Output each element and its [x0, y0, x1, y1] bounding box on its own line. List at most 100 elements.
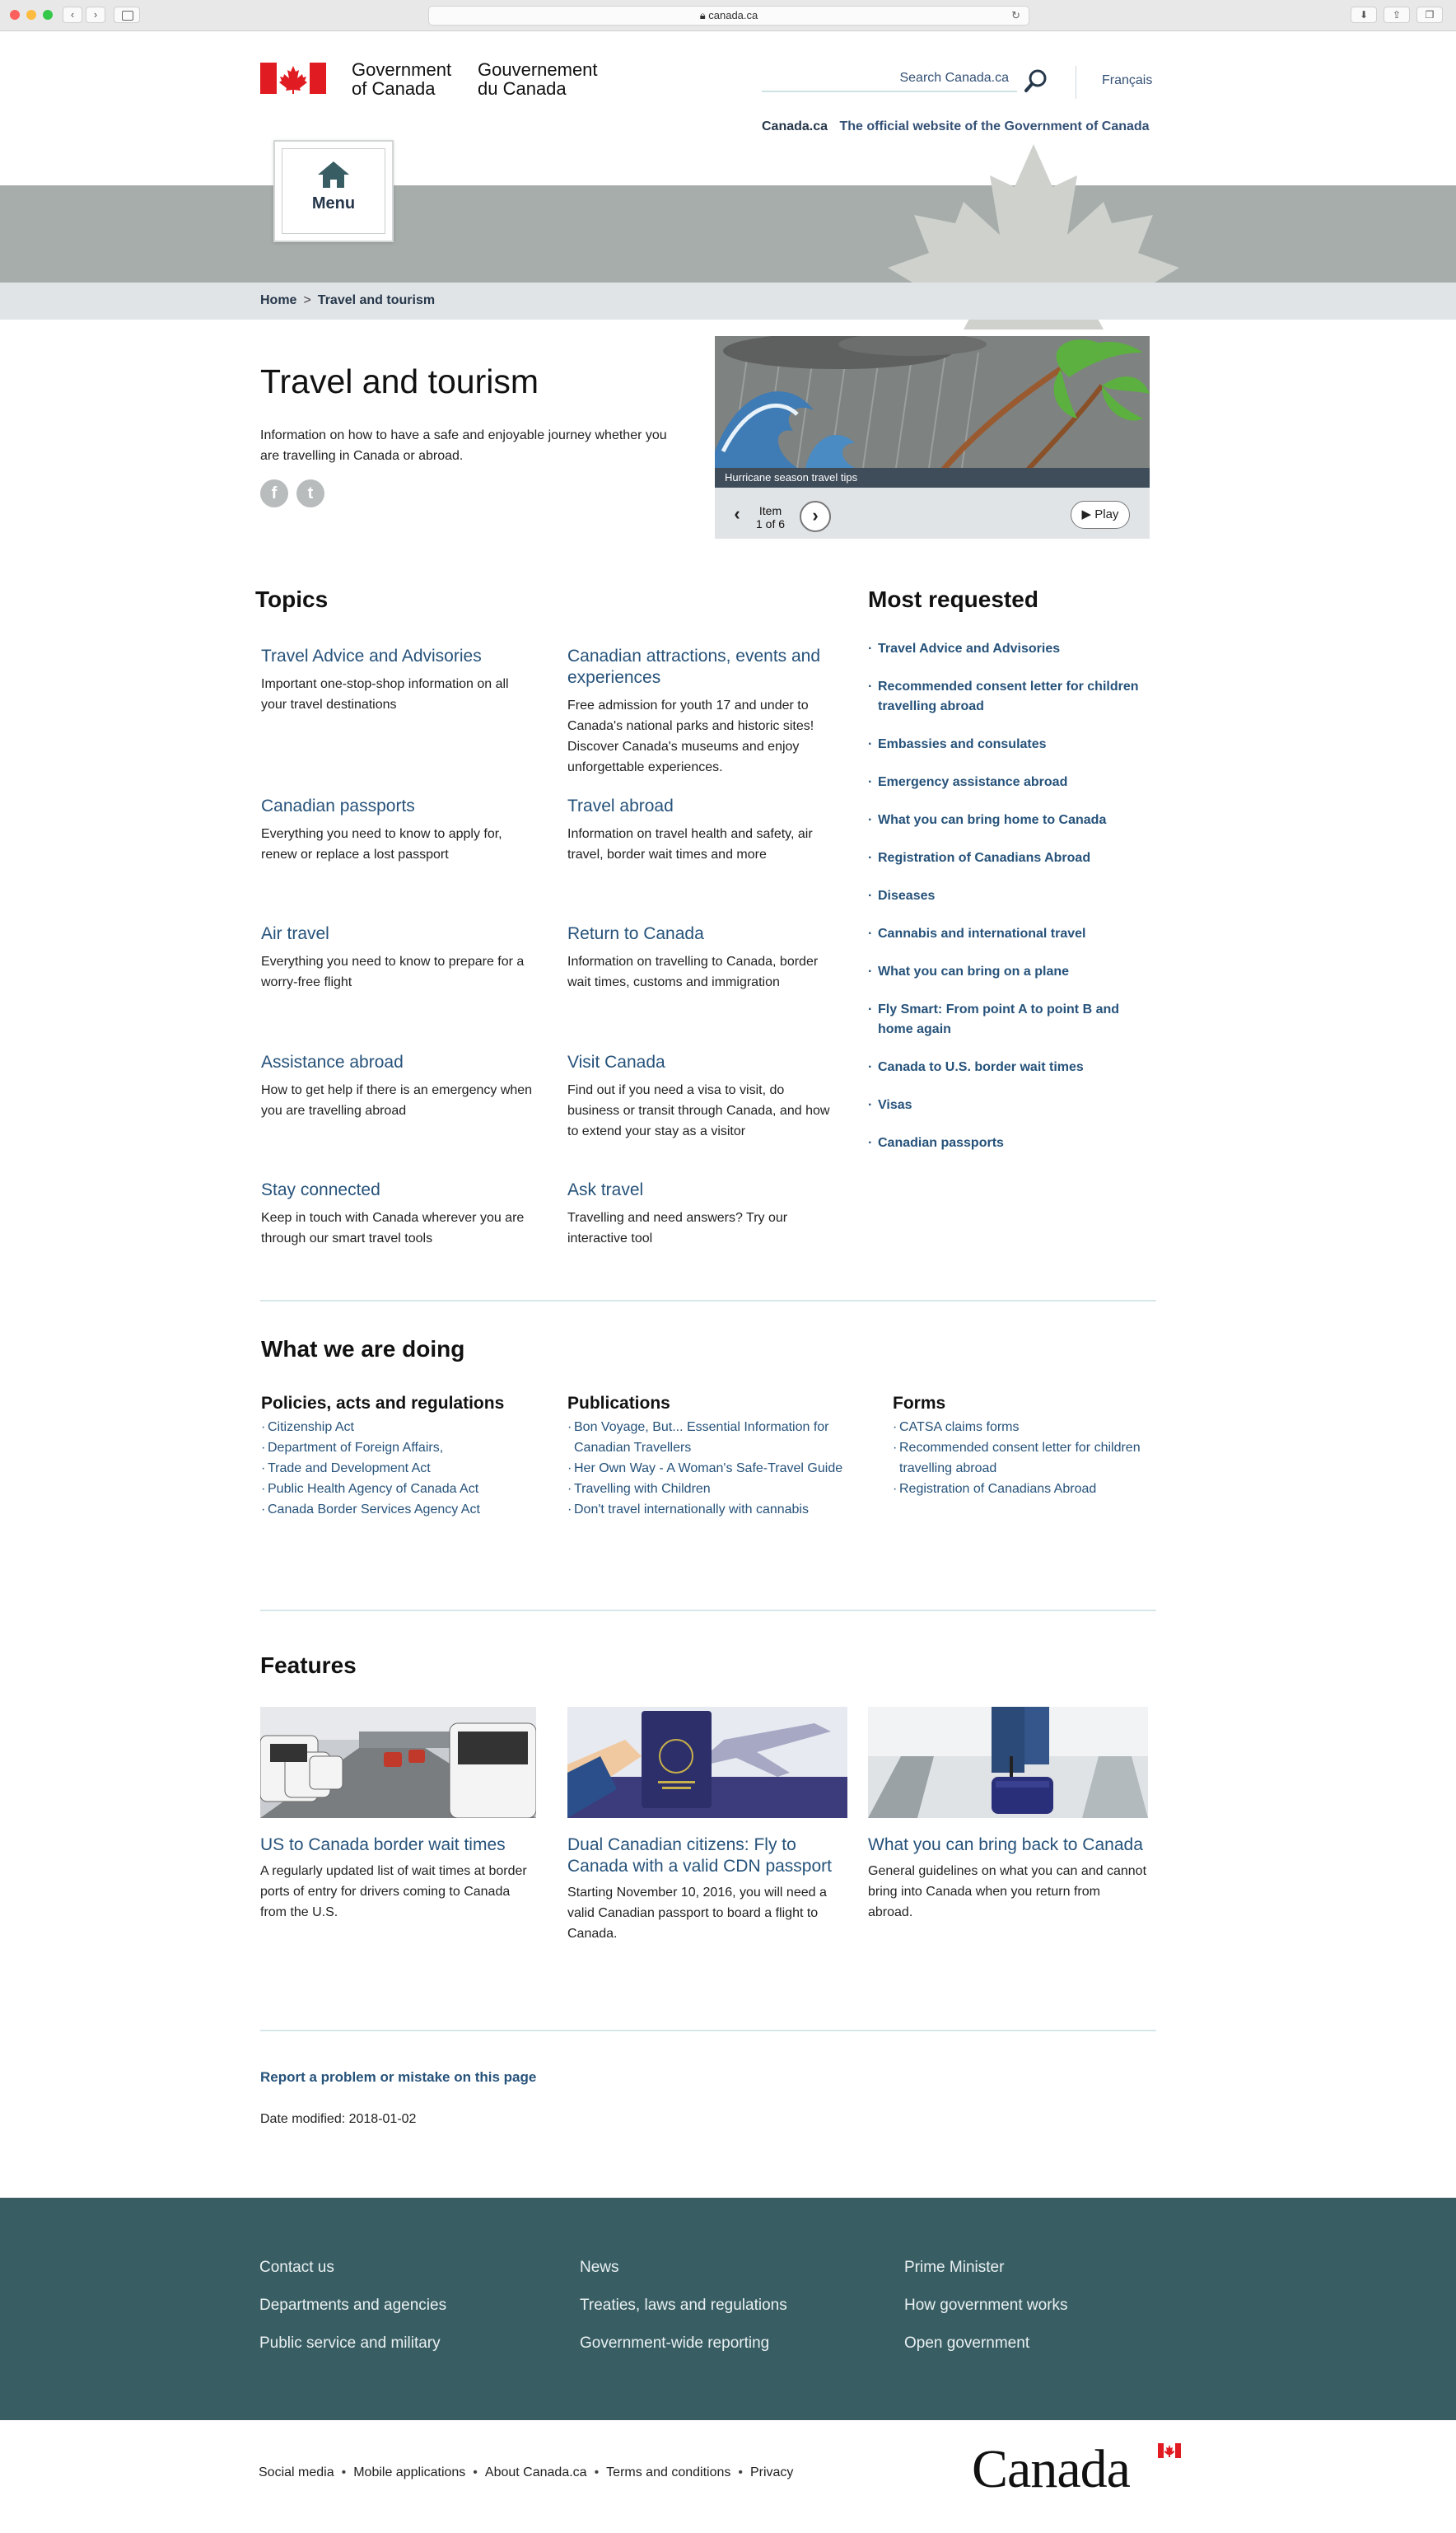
footer-link[interactable]: Open government: [904, 2334, 1029, 2353]
gouvernement-du-canada-link[interactable]: Gouvernement du Canada: [478, 60, 598, 98]
canada-flag-icon: [260, 63, 326, 94]
twitter-icon[interactable]: t: [296, 479, 324, 507]
topic-link[interactable]: Ask travel: [567, 1180, 839, 1201]
topic-link[interactable]: Return to Canada: [567, 923, 839, 945]
most-requested-link[interactable]: Emergency assistance abroad: [868, 773, 1148, 792]
search-icon[interactable]: [1023, 68, 1049, 94]
most-requested-link[interactable]: Registration of Canadians Abroad: [868, 848, 1148, 868]
carousel-next-icon[interactable]: ›: [800, 501, 831, 532]
back-icon[interactable]: ‹: [63, 7, 82, 23]
most-requested-link[interactable]: Visas: [868, 1096, 1148, 1115]
footer-link[interactable]: Government-wide reporting: [580, 2334, 769, 2353]
url-text: canada.ca: [708, 9, 758, 21]
topic-link[interactable]: Canadian passports: [261, 796, 533, 817]
most-requested-link[interactable]: Recommended consent letter for children …: [868, 677, 1148, 717]
reload-icon[interactable]: ↻: [1011, 7, 1020, 25]
most-requested-link[interactable]: Canadian passports: [868, 1133, 1148, 1153]
feature-link[interactable]: Dual Canadian citizens: Fly to Canada wi…: [567, 1834, 847, 1877]
topic-link[interactable]: Travel Advice and Advisories: [261, 646, 533, 667]
mobile-applications-link[interactable]: Mobile applications: [353, 2465, 465, 2479]
footer-link[interactable]: Contact us: [259, 2259, 334, 2277]
address-bar[interactable]: 🔒︎ canada.ca ↻: [428, 6, 1029, 26]
hurricane-illustration: [715, 336, 1150, 488]
policy-link[interactable]: Public Health Agency of Canada Act: [261, 1479, 533, 1499]
most-requested-heading: Most requested: [868, 587, 1038, 612]
forward-icon[interactable]: ›: [86, 7, 105, 23]
publication-link[interactable]: Bon Voyage, But... Essential Information…: [567, 1417, 847, 1458]
about-canada-ca-link[interactable]: About Canada.ca: [485, 2465, 587, 2479]
forms-column: Forms CATSA claims forms Recommended con…: [893, 1394, 1164, 1499]
share-icon[interactable]: ⇪: [1384, 7, 1410, 23]
what-we-are-doing-heading: What we are doing: [261, 1336, 465, 1362]
publication-link[interactable]: Don't travel internationally with cannab…: [567, 1499, 847, 1520]
carousel-image[interactable]: [715, 336, 1150, 488]
most-requested-link[interactable]: Embassies and consulates: [868, 735, 1148, 755]
canada-ca-link[interactable]: Canada.ca: [762, 119, 828, 133]
topic-link[interactable]: Visit Canada: [567, 1052, 839, 1073]
social-media-link[interactable]: Social media: [259, 2465, 334, 2479]
airport-luggage-image[interactable]: [868, 1707, 1148, 1818]
topic-link[interactable]: Stay connected: [261, 1180, 533, 1201]
government-of-canada-link[interactable]: Government of Canada: [352, 60, 451, 98]
bullet-separator: •: [594, 2465, 600, 2479]
footer-link[interactable]: Public service and military: [259, 2334, 441, 2353]
publication-link[interactable]: Her Own Way - A Woman's Safe-Travel Guid…: [567, 1458, 847, 1479]
feature-link[interactable]: What you can bring back to Canada: [868, 1834, 1148, 1856]
policies-heading: Policies, acts and regulations: [261, 1394, 505, 1413]
footer-link[interactable]: Treaties, laws and regulations: [580, 2297, 787, 2315]
canada-wordmark: Canada: [972, 2439, 1131, 2499]
most-requested-link[interactable]: What you can bring home to Canada: [868, 811, 1148, 830]
footer-link[interactable]: Departments and agencies: [259, 2297, 446, 2315]
most-requested-link[interactable]: Cannabis and international travel: [868, 924, 1148, 944]
footer-link[interactable]: News: [580, 2259, 619, 2277]
tabs-icon[interactable]: ❐: [1416, 7, 1443, 23]
publication-link[interactable]: Travelling with Children: [567, 1479, 847, 1499]
feature-link[interactable]: US to Canada border wait times: [260, 1834, 536, 1856]
policy-link[interactable]: Department of Foreign Affairs,: [261, 1437, 533, 1458]
form-link[interactable]: Registration of Canadians Abroad: [893, 1479, 1164, 1499]
policy-link[interactable]: Citizenship Act: [261, 1417, 533, 1437]
topic-link[interactable]: Travel abroad: [567, 796, 839, 817]
most-requested-link[interactable]: Travel Advice and Advisories: [868, 639, 1148, 659]
forms-heading: Forms: [893, 1394, 946, 1413]
minimize-window-button[interactable]: [26, 10, 36, 20]
wordmark-flag-icon: [1158, 2443, 1181, 2458]
maximize-window-button[interactable]: [43, 10, 53, 20]
carousel-item-count: 1 of 6: [756, 517, 786, 530]
close-window-button[interactable]: [10, 10, 20, 20]
feature-card: US to Canada border wait times A regular…: [260, 1707, 536, 1923]
policy-link[interactable]: Trade and Development Act: [261, 1458, 533, 1479]
most-requested-link[interactable]: Fly Smart: From point A to point B and h…: [868, 1000, 1148, 1040]
policy-link[interactable]: Canada Border Services Agency Act: [261, 1499, 533, 1520]
form-link[interactable]: CATSA claims forms: [893, 1417, 1164, 1437]
breadcrumb-home[interactable]: Home: [260, 293, 296, 307]
date-modified: Date modified: 2018-01-02: [260, 2112, 417, 2126]
footer-link[interactable]: Prime Minister: [904, 2259, 1004, 2277]
most-requested-link[interactable]: Diseases: [868, 886, 1148, 906]
sidebar-toggle-icon[interactable]: [114, 7, 140, 23]
topic-link[interactable]: Air travel: [261, 923, 533, 945]
topic-desc: Information on travel health and safety,…: [567, 827, 813, 862]
social-share: f t: [260, 479, 324, 507]
breadcrumb-current[interactable]: Travel and tourism: [318, 293, 435, 307]
carousel-caption[interactable]: Hurricane season travel tips: [715, 468, 1150, 488]
terms-link[interactable]: Terms and conditions: [606, 2465, 730, 2479]
language-toggle-link[interactable]: Français: [1102, 73, 1152, 88]
menu-button[interactable]: Menu: [273, 140, 394, 242]
download-icon[interactable]: ⬇: [1351, 7, 1377, 23]
carousel-play-button[interactable]: ▶ Play: [1071, 501, 1130, 529]
search-input[interactable]: [762, 66, 1009, 91]
report-problem-link[interactable]: Report a problem or mistake on this page: [260, 2069, 536, 2086]
most-requested-link[interactable]: What you can bring on a plane: [868, 962, 1148, 982]
passport-image[interactable]: [567, 1707, 847, 1818]
topic-link[interactable]: Canadian attractions, events and experie…: [567, 646, 839, 689]
most-requested-link[interactable]: Canada to U.S. border wait times: [868, 1058, 1148, 1077]
border-traffic-image[interactable]: [260, 1707, 536, 1818]
topic-desc: Keep in touch with Canada wherever you a…: [261, 1211, 525, 1245]
facebook-icon[interactable]: f: [260, 479, 288, 507]
topic-link[interactable]: Assistance abroad: [261, 1052, 533, 1073]
carousel-prev-icon[interactable]: ‹: [721, 501, 753, 532]
privacy-link[interactable]: Privacy: [750, 2465, 793, 2479]
footer-link[interactable]: How government works: [904, 2297, 1068, 2315]
form-link[interactable]: Recommended consent letter for children …: [893, 1437, 1164, 1479]
